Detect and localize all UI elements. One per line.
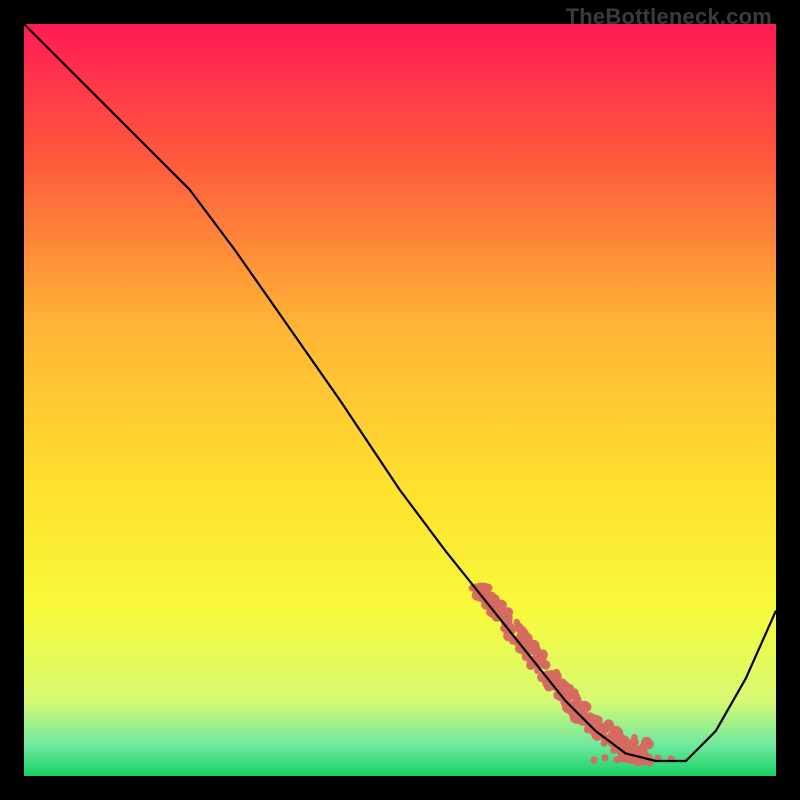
chart-svg [24,24,776,776]
plot-area [24,24,776,776]
chart-frame: TheBottleneck.com [0,0,800,800]
